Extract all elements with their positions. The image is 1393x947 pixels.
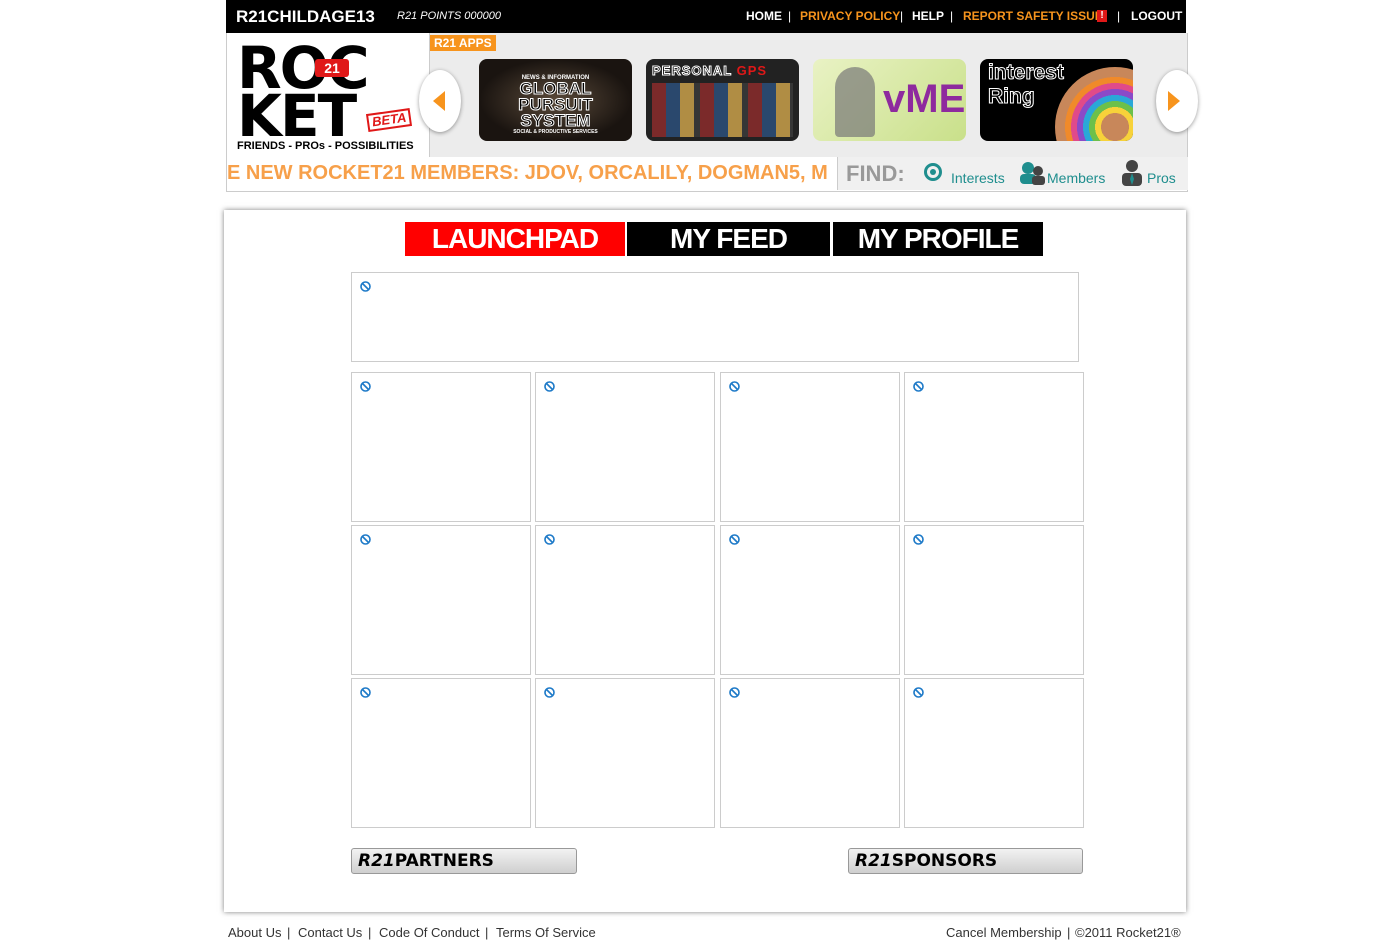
footer-separator: | — [485, 925, 489, 940]
app-tile-title: vME — [883, 77, 966, 121]
rocket21-logo[interactable]: ROC KET 21 BETA FRIENDS - PROs - POSSIBI… — [227, 33, 430, 157]
top-bar: R21CHILDAGE13 R21 POINTS 000000 HOME | P… — [226, 0, 1186, 33]
find-pros-link[interactable]: Pros — [1147, 170, 1176, 186]
r21-sponsors-button[interactable]: R21SPONSORS — [848, 848, 1083, 874]
ring-graphic — [1055, 67, 1133, 141]
broken-image-icon — [360, 381, 371, 392]
person-figure-icon — [835, 67, 875, 137]
tab-my-profile[interactable]: MY PROFILE — [833, 222, 1043, 256]
footer-contact-link[interactable]: Contact Us — [298, 925, 362, 940]
apps-next-button[interactable] — [1156, 70, 1198, 132]
app-tile-image — [652, 83, 793, 137]
broken-image-icon — [729, 381, 740, 392]
r21-partners-button[interactable]: R21PARTNERS — [351, 848, 577, 874]
nav-separator: | — [1117, 9, 1121, 23]
r21-mark: R21 — [855, 851, 892, 871]
launchpad-tile[interactable] — [535, 372, 715, 522]
new-members-ticker[interactable]: E NEW ROCKET21 MEMBERS: JDOV, ORCALILY, … — [227, 157, 837, 190]
find-box: FIND: Interests Members Pros — [837, 157, 1188, 190]
launchpad-tile[interactable] — [720, 678, 900, 828]
nav-help-link[interactable]: HELP — [912, 9, 944, 23]
nav-separator: | — [950, 9, 954, 23]
launchpad-tile[interactable] — [904, 678, 1084, 828]
app-tile-subtitle: Ring — [988, 85, 1036, 109]
broken-image-icon — [913, 687, 924, 698]
chevron-right-icon — [1168, 91, 1180, 111]
launchpad-tile[interactable] — [904, 372, 1084, 522]
beta-badge: BETA — [365, 107, 413, 133]
broken-image-icon — [360, 534, 371, 545]
app-tile-title: interest — [988, 61, 1065, 85]
partners-label: PARTNERS — [394, 851, 494, 871]
broken-image-icon — [544, 381, 555, 392]
broken-image-icon — [360, 687, 371, 698]
logo-text-bottom: KET — [237, 82, 357, 150]
footer-copyright: ©2011 Rocket21® — [1075, 925, 1181, 940]
sponsors-label: SPONSORS — [891, 851, 998, 871]
footer-about-link[interactable]: About Us — [228, 925, 281, 940]
r21-mark: R21 — [358, 851, 395, 871]
app-tile-caption: SOCIAL & PRODUCTIVE SERVICES — [513, 129, 598, 135]
app-tile-global-pursuit[interactable]: NEWS & INFORMATION GLOBAL PURSUIT SYSTEM… — [479, 59, 632, 141]
nav-report-link[interactable]: REPORT SAFETY ISSUE — [963, 9, 1103, 23]
apps-prev-button[interactable] — [419, 70, 461, 132]
find-interests-link[interactable]: Interests — [951, 170, 1005, 186]
launchpad-tile[interactable] — [904, 525, 1084, 675]
launchpad-tile[interactable] — [351, 525, 531, 675]
app-tile-personal-gps[interactable]: PERSONAL GPS — [646, 59, 799, 141]
username: R21CHILDAGE13 — [236, 7, 375, 26]
broken-image-icon — [544, 534, 555, 545]
broken-image-icon — [729, 687, 740, 698]
launchpad-tile[interactable] — [720, 525, 900, 675]
nav-home-link[interactable]: HOME — [746, 9, 782, 23]
broken-image-icon — [544, 687, 555, 698]
target-icon[interactable] — [924, 163, 942, 181]
launchpad-tile[interactable] — [351, 372, 531, 522]
nav-separator: | — [900, 9, 904, 23]
footer-cancel-membership-link[interactable]: Cancel Membership — [946, 925, 1062, 940]
launchpad-tile[interactable] — [720, 372, 900, 522]
alert-icon[interactable]: ! — [1097, 10, 1107, 22]
app-tile-title: SYSTEM — [520, 111, 591, 130]
broken-image-icon — [913, 381, 924, 392]
apps-label: R21 APPS — [430, 35, 496, 51]
find-members-link[interactable]: Members — [1047, 170, 1105, 186]
footer-conduct-link[interactable]: Code Of Conduct — [379, 925, 479, 940]
chevron-left-icon — [433, 91, 445, 111]
main-panel: LAUNCHPAD MY FEED MY PROFILE R21PARTNERS… — [224, 210, 1186, 912]
footer-separator: | — [368, 925, 372, 940]
tab-my-feed[interactable]: MY FEED — [627, 222, 830, 256]
footer-terms-link[interactable]: Terms Of Service — [496, 925, 596, 940]
points-display: R21 POINTS 000000 — [397, 10, 501, 22]
tab-launchpad[interactable]: LAUNCHPAD — [405, 222, 625, 256]
launchpad-tile[interactable] — [535, 678, 715, 828]
banner-frame[interactable] — [351, 272, 1079, 362]
logo-badge: 21 — [315, 59, 349, 77]
members-icon[interactable] — [1018, 160, 1046, 186]
app-tile-interest-ring[interactable]: interest Ring — [980, 59, 1133, 141]
nav-privacy-link[interactable]: PRIVACY POLICY — [800, 9, 900, 23]
find-label: FIND: — [846, 161, 905, 186]
broken-image-icon — [360, 281, 371, 292]
broken-image-icon — [913, 534, 924, 545]
launchpad-tile[interactable] — [351, 678, 531, 828]
nav-logout-link[interactable]: LOGOUT — [1131, 9, 1182, 23]
header-area: ROC KET 21 BETA FRIENDS - PROs - POSSIBI… — [226, 33, 1198, 157]
footer-separator: | — [1067, 925, 1071, 940]
launchpad-tile[interactable] — [535, 525, 715, 675]
nav-separator: | — [788, 9, 792, 23]
pros-icon[interactable] — [1120, 159, 1144, 187]
ticker-row: E NEW ROCKET21 MEMBERS: JDOV, ORCALILY, … — [226, 157, 1188, 192]
app-tile-vme[interactable]: vME — [813, 59, 966, 141]
tagline: FRIENDS - PROs - POSSIBILITIES — [237, 140, 414, 152]
broken-image-icon — [729, 534, 740, 545]
footer-separator: | — [287, 925, 291, 940]
app-tile-title: PERSONAL GPS — [652, 63, 768, 79]
